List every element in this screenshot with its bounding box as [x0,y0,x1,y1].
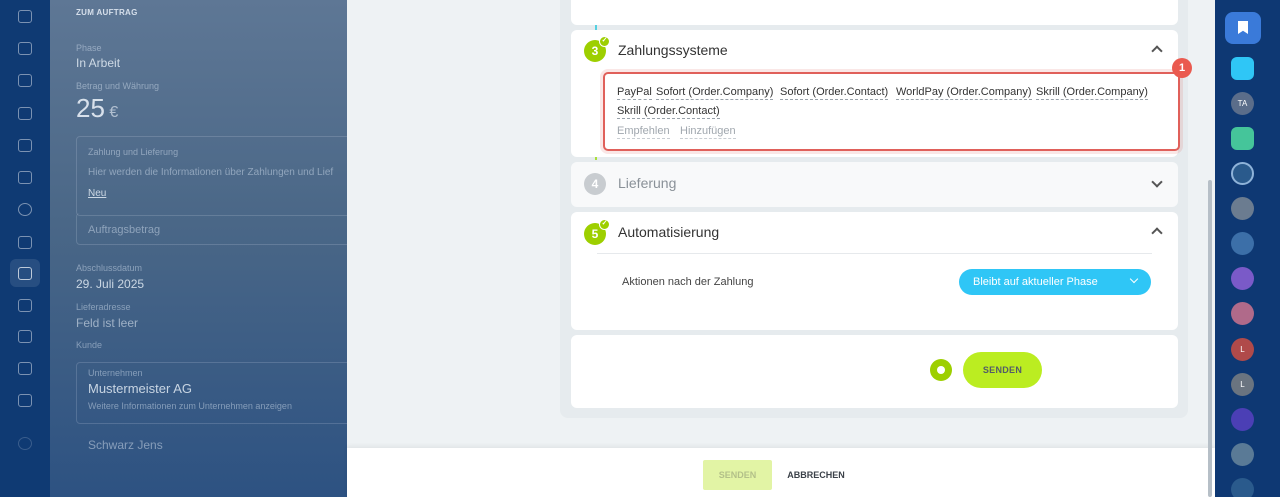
step-4-number: 4 [591,177,599,191]
footer-send-button[interactable]: SENDEN [703,460,772,490]
contacts-icon[interactable] [18,171,32,184]
footer-bar: SENDEN ABBRECHEN [347,448,1215,497]
client-label: Kunde [76,340,103,350]
target-icon[interactable] [18,203,32,216]
order-amount-label: Auftragsbetrag [88,224,161,236]
annotation-badge: 1 [1172,58,1192,78]
payment-section-label: Zahlung und Lieferung [88,147,179,157]
avatar[interactable] [1231,162,1254,185]
final-step-indicator [930,359,952,381]
dropdown-chevron-icon [1129,274,1139,284]
previous-step-card [571,0,1178,25]
post-payment-action-label: Aktionen nach der Zahlung [622,276,754,288]
address-label: Lieferadresse [76,302,131,312]
step-3-badge: 3 ✓ [584,36,610,62]
left-nav-rail [0,0,50,497]
mail-icon[interactable] [18,139,32,152]
chat-icon[interactable] [18,236,32,249]
lock-icon[interactable] [1231,197,1254,220]
contact-name[interactable]: Schwarz Jens [88,438,163,452]
address-value: Feld ist leer [76,316,139,330]
amount-label: Betrag und Währung [76,81,160,91]
company-subtext: Weitere Informationen zum Unternehmen an… [88,401,292,411]
export-icon[interactable] [18,362,32,375]
send-button[interactable]: SENDEN [963,352,1042,388]
amount-value: 25 [76,93,105,123]
select-value: Bleibt auf aktueller Phase [973,276,1098,288]
close-date-label: Abschlussdatum [76,263,143,273]
new-link[interactable]: Neu [88,188,106,199]
expand-chevron-icon[interactable] [1151,176,1163,188]
cancel-button[interactable]: ABBRECHEN [781,460,851,490]
step-3-number: 3 [591,44,599,58]
avatar[interactable] [1231,232,1254,255]
post-payment-action-select[interactable]: Bleibt auf aktueller Phase [959,269,1151,295]
send-step-card [571,335,1178,408]
calendar-app-icon[interactable] [1231,127,1254,150]
avatar[interactable] [1231,443,1254,466]
highlight-frame [603,72,1180,151]
team-icon[interactable] [18,394,32,407]
calendar-icon[interactable] [18,10,32,23]
section-divider [597,253,1152,254]
delivery-title: Lieferung [618,175,677,191]
phase-value: In Arbeit [76,56,121,70]
step-5-badge: 5 ✓ [584,219,610,245]
currency-symbol: € [109,104,119,121]
collapse-chevron-icon[interactable] [1151,45,1163,57]
step-4-badge: 4 [584,173,606,195]
company-label: Unternehmen [88,368,143,378]
company-name[interactable]: Mustermeister AG [88,381,192,396]
delivery-card[interactable]: Lieferung [571,162,1178,207]
help-icon[interactable] [18,437,32,450]
step-5-number: 5 [591,227,599,241]
avatar[interactable]: TA [1231,92,1254,115]
avatar[interactable] [1231,302,1254,325]
card-icon[interactable] [18,107,32,120]
chat-app-icon[interactable] [1231,57,1254,80]
bookmark-icon [1238,21,1248,34]
bookmark-app-button[interactable] [1225,12,1261,44]
payment-systems-title: Zahlungssysteme [618,42,728,58]
funnel-icon[interactable] [18,267,32,280]
document-icon[interactable] [18,42,32,55]
phase-label: Phase [76,43,102,53]
avatar[interactable] [1231,478,1254,497]
amount-display: 25 € [76,93,118,124]
check-icon: ✓ [599,219,610,230]
tasks-icon[interactable] [18,74,32,87]
automation-title: Automatisierung [618,224,720,240]
payment-form-sheet: Zahlungssysteme 3 ✓ PayPal Sofort (Order… [347,0,1215,497]
scrollbar[interactable] [1208,180,1212,497]
contact-card-icon[interactable] [18,299,32,312]
payment-section-hint: Hier werden die Informationen über Zahlu… [88,167,334,178]
avatar[interactable] [1231,267,1254,290]
archive-icon[interactable] [18,330,32,343]
background-deal-panel: ZUM AUFTRAG Phase In Arbeit Betrag und W… [50,0,347,497]
avatar[interactable]: L [1231,373,1254,396]
close-date-value: 29. Juli 2025 [76,277,145,291]
avatar[interactable]: L [1231,338,1254,361]
target-app-icon[interactable] [1231,408,1254,431]
panel-heading: ZUM AUFTRAG [76,8,138,17]
check-icon: ✓ [599,36,610,47]
collapse-chevron-icon[interactable] [1151,227,1163,239]
